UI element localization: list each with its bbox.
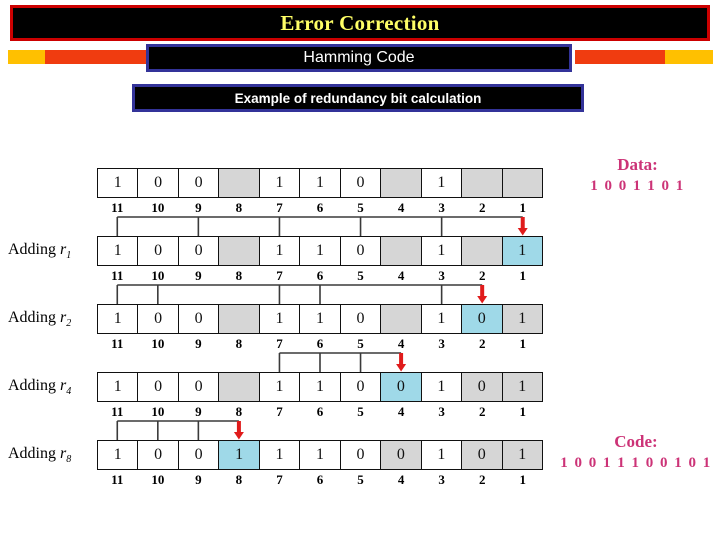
deco-bar-orange-right bbox=[575, 50, 675, 64]
bit-cell-3: 1 bbox=[421, 373, 463, 401]
bit-cell-5: 0 bbox=[340, 169, 382, 197]
bit-cell-6: 1 bbox=[300, 441, 341, 469]
bit-cell-6: 1 bbox=[300, 237, 341, 265]
position-label-6: 6 bbox=[316, 472, 324, 487]
subtitle-banner: Hamming Code bbox=[146, 44, 572, 72]
bit-cell-5: 0 bbox=[340, 305, 382, 333]
position-label-9: 9 bbox=[195, 472, 202, 487]
bit-cell-2: 0 bbox=[462, 373, 503, 401]
code-legend-label: Code: bbox=[614, 432, 658, 451]
bit-cell-7: 1 bbox=[259, 305, 301, 333]
bit-cell-7: 1 bbox=[259, 237, 301, 265]
bit-cell-1: 1 bbox=[502, 237, 542, 265]
position-label-4: 4 bbox=[397, 472, 405, 487]
position-label-3: 3 bbox=[438, 472, 445, 487]
bit-cell-9: 0 bbox=[178, 305, 220, 333]
bit-cell-3: 1 bbox=[421, 441, 463, 469]
bit-cell-11: 1 bbox=[98, 373, 139, 401]
bit-cell-8 bbox=[219, 169, 260, 197]
bit-cell-2 bbox=[462, 169, 503, 197]
page-title: Error Correction bbox=[280, 10, 440, 35]
bit-row: 100110101 bbox=[97, 304, 543, 334]
bit-cell-10: 0 bbox=[138, 305, 179, 333]
slide-title-banner: Error Correction bbox=[10, 5, 710, 41]
bit-cell-11: 1 bbox=[98, 169, 139, 197]
bit-cell-3: 1 bbox=[421, 305, 463, 333]
position-label-8: 8 bbox=[235, 472, 243, 487]
connector-bracket bbox=[97, 418, 543, 440]
bit-cell-10: 0 bbox=[138, 441, 179, 469]
bit-row: 1001101 bbox=[97, 168, 543, 198]
bit-cell-4: 0 bbox=[381, 441, 422, 469]
bit-cell-11: 1 bbox=[98, 441, 139, 469]
bit-cell-1: 1 bbox=[502, 373, 542, 401]
bit-cell-10: 0 bbox=[138, 237, 179, 265]
data-legend-bits: 1 0 0 1 1 0 1 bbox=[590, 178, 685, 194]
bit-cell-9: 0 bbox=[178, 169, 220, 197]
position-label-1: 1 bbox=[519, 472, 526, 487]
bit-cell-2: 0 bbox=[462, 441, 503, 469]
row-label-r4: Adding r4 bbox=[8, 377, 72, 398]
bit-cell-5: 0 bbox=[340, 237, 382, 265]
bit-cell-1: 1 bbox=[502, 441, 542, 469]
bit-cell-4 bbox=[381, 305, 422, 333]
subtitle-text: Hamming Code bbox=[303, 49, 415, 66]
description-banner: Example of redundancy bit calculation bbox=[132, 84, 584, 112]
connector-bracket bbox=[97, 282, 543, 304]
bit-cell-7: 1 bbox=[259, 441, 301, 469]
bit-cell-11: 1 bbox=[98, 237, 139, 265]
position-label-10: 10 bbox=[151, 472, 165, 487]
deco-bar-gold-right bbox=[665, 50, 713, 64]
bit-cell-2: 0 bbox=[462, 305, 503, 333]
bit-cell-8 bbox=[219, 237, 260, 265]
bit-cell-5: 0 bbox=[340, 441, 382, 469]
position-label-5: 5 bbox=[357, 472, 364, 487]
bit-cell-7: 1 bbox=[259, 169, 301, 197]
bit-cell-10: 0 bbox=[138, 169, 179, 197]
position-label-2: 2 bbox=[478, 472, 486, 487]
bit-cell-7: 1 bbox=[259, 373, 301, 401]
bit-cell-8 bbox=[219, 305, 260, 333]
bit-cell-6: 1 bbox=[300, 305, 341, 333]
bit-cell-8 bbox=[219, 373, 260, 401]
bit-cell-4 bbox=[381, 169, 422, 197]
connector-bracket bbox=[97, 214, 543, 236]
bit-cell-11: 1 bbox=[98, 305, 139, 333]
bit-cell-4 bbox=[381, 237, 422, 265]
bit-cell-2 bbox=[462, 237, 503, 265]
bit-cell-9: 0 bbox=[178, 373, 220, 401]
bit-cell-3: 1 bbox=[421, 169, 463, 197]
code-legend-bits: 1 0 0 1 1 1 0 0 1 0 1 bbox=[560, 455, 712, 471]
bit-cell-9: 0 bbox=[178, 441, 220, 469]
bit-cell-10: 0 bbox=[138, 373, 179, 401]
bit-row: 10011011 bbox=[97, 236, 543, 266]
description-text: Example of redundancy bit calculation bbox=[234, 90, 482, 106]
bit-cell-8: 1 bbox=[219, 441, 260, 469]
position-index-row: 11 10 9 8 7 6 5 4 3 2 1 bbox=[97, 471, 543, 489]
bit-row: 1001100101 bbox=[97, 372, 543, 402]
bit-cell-1: 1 bbox=[502, 305, 542, 333]
bit-cell-5: 0 bbox=[340, 373, 382, 401]
bit-cell-6: 1 bbox=[300, 373, 341, 401]
data-legend-label: Data: bbox=[617, 155, 658, 174]
bit-cell-4: 0 bbox=[381, 373, 422, 401]
row-label-r2: Adding r2 bbox=[8, 309, 72, 330]
position-label-11: 11 bbox=[111, 472, 124, 487]
bit-cell-6: 1 bbox=[300, 169, 341, 197]
bit-cell-1 bbox=[502, 169, 542, 197]
bit-cell-9: 0 bbox=[178, 237, 220, 265]
row-label-r8: Adding r8 bbox=[8, 445, 72, 466]
position-label-7: 7 bbox=[276, 472, 283, 487]
data-legend: Data: 1 0 0 1 1 0 1 bbox=[560, 155, 715, 195]
bit-cell-3: 1 bbox=[421, 237, 463, 265]
connector-bracket bbox=[97, 350, 543, 372]
code-legend: Code: 1 0 0 1 1 1 0 0 1 0 1 bbox=[552, 432, 720, 472]
bit-row: 10011100101 bbox=[97, 440, 543, 470]
row-label-r1: Adding r1 bbox=[8, 241, 72, 262]
